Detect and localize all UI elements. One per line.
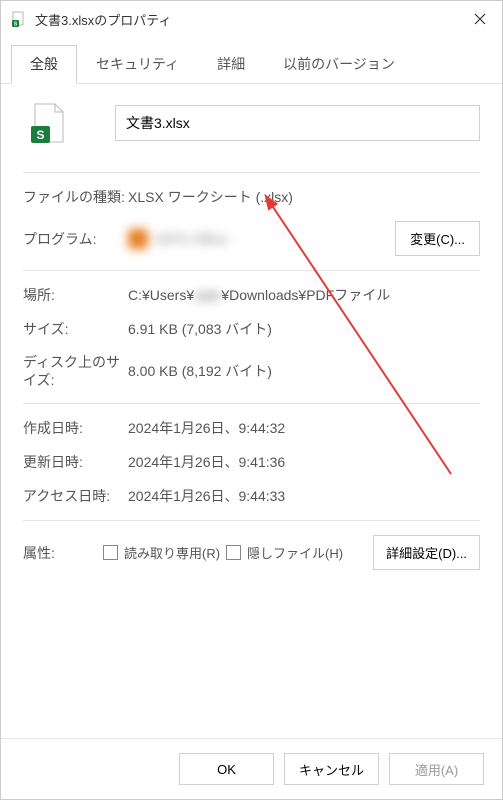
program-row: プログラム: WPS Office 変更(C)...: [23, 221, 480, 256]
size-label: サイズ:: [23, 319, 128, 339]
tab-bar: 全般 セキュリティ 詳細 以前のバージョン: [1, 45, 502, 84]
cancel-button[interactable]: キャンセル: [284, 753, 379, 785]
divider: [23, 270, 480, 271]
file-type-label: ファイルの種類:: [23, 187, 128, 207]
program-app-name: WPS Office: [156, 231, 228, 247]
tab-details[interactable]: 詳細: [198, 45, 264, 83]
modified-row: 更新日時: 2024年1月26日、9:41:36: [23, 452, 480, 472]
disk-size-label: ディスク上のサイズ:: [23, 353, 128, 389]
file-type-row: ファイルの種類: XLSX ワークシート (.xlsx): [23, 187, 480, 207]
accessed-value: 2024年1月26日、9:44:33: [128, 486, 480, 506]
readonly-group: 読み取り専用(R): [103, 543, 226, 562]
readonly-label: 読み取り専用(R): [124, 543, 220, 562]
file-type-icon: S: [31, 102, 67, 144]
location-row: 場所: C:¥Users¥user¥Downloads¥PDFファイル: [23, 285, 480, 305]
advanced-button[interactable]: 詳細設定(D)...: [373, 535, 480, 570]
location-suffix: ¥Downloads¥PDFファイル: [221, 285, 390, 305]
change-button[interactable]: 変更(C)...: [395, 221, 480, 256]
disk-size-row: ディスク上のサイズ: 8.00 KB (8,192 バイト): [23, 353, 480, 389]
ok-button[interactable]: OK: [179, 753, 274, 785]
modified-value: 2024年1月26日、9:41:36: [128, 452, 480, 472]
filename-row: S: [23, 102, 480, 144]
filename-input[interactable]: [115, 105, 480, 141]
content-panel: S ファイルの種類: XLSX ワークシート (.xlsx) プログラム: WP…: [1, 84, 502, 738]
tab-general[interactable]: 全般: [11, 45, 77, 84]
hidden-group: 隠しファイル(H): [226, 543, 349, 562]
attributes-row: 属性: 読み取り専用(R) 隠しファイル(H) 詳細設定(D)...: [23, 535, 480, 570]
size-row: サイズ: 6.91 KB (7,083 バイト): [23, 319, 480, 339]
location-label: 場所:: [23, 285, 128, 305]
attributes-label: 属性:: [23, 543, 103, 563]
accessed-row: アクセス日時: 2024年1月26日、9:44:33: [23, 486, 480, 506]
svg-text:S: S: [36, 128, 44, 142]
divider: [23, 520, 480, 521]
hidden-checkbox[interactable]: [226, 545, 241, 560]
close-button[interactable]: [468, 7, 492, 31]
program-app: WPS Office: [128, 229, 387, 249]
app-icon: [128, 229, 148, 249]
dialog-footer: OK キャンセル 適用(A): [1, 738, 502, 799]
readonly-checkbox[interactable]: [103, 545, 118, 560]
titlebar: S 文書3.xlsxのプロパティ: [1, 1, 502, 37]
created-value: 2024年1月26日、9:44:32: [128, 418, 480, 438]
disk-size-value: 8.00 KB (8,192 バイト): [128, 361, 480, 381]
location-value: C:¥Users¥user¥Downloads¥PDFファイル: [128, 285, 480, 305]
size-value: 6.91 KB (7,083 バイト): [128, 319, 480, 339]
created-row: 作成日時: 2024年1月26日、9:44:32: [23, 418, 480, 438]
divider: [23, 403, 480, 404]
divider: [23, 172, 480, 173]
tab-security[interactable]: セキュリティ: [77, 45, 198, 83]
program-label: プログラム:: [23, 229, 128, 249]
accessed-label: アクセス日時:: [23, 486, 128, 506]
file-type-value: XLSX ワークシート (.xlsx): [128, 187, 480, 207]
location-user-blurred: user: [194, 287, 221, 303]
close-icon: [473, 12, 487, 26]
created-label: 作成日時:: [23, 418, 128, 438]
tab-versions[interactable]: 以前のバージョン: [264, 45, 414, 83]
modified-label: 更新日時:: [23, 452, 128, 472]
window-title: 文書3.xlsxのプロパティ: [35, 10, 468, 29]
file-icon: S: [11, 11, 27, 27]
hidden-label: 隠しファイル(H): [247, 543, 343, 562]
location-prefix: C:¥Users¥: [128, 287, 194, 303]
apply-button[interactable]: 適用(A): [389, 753, 484, 785]
